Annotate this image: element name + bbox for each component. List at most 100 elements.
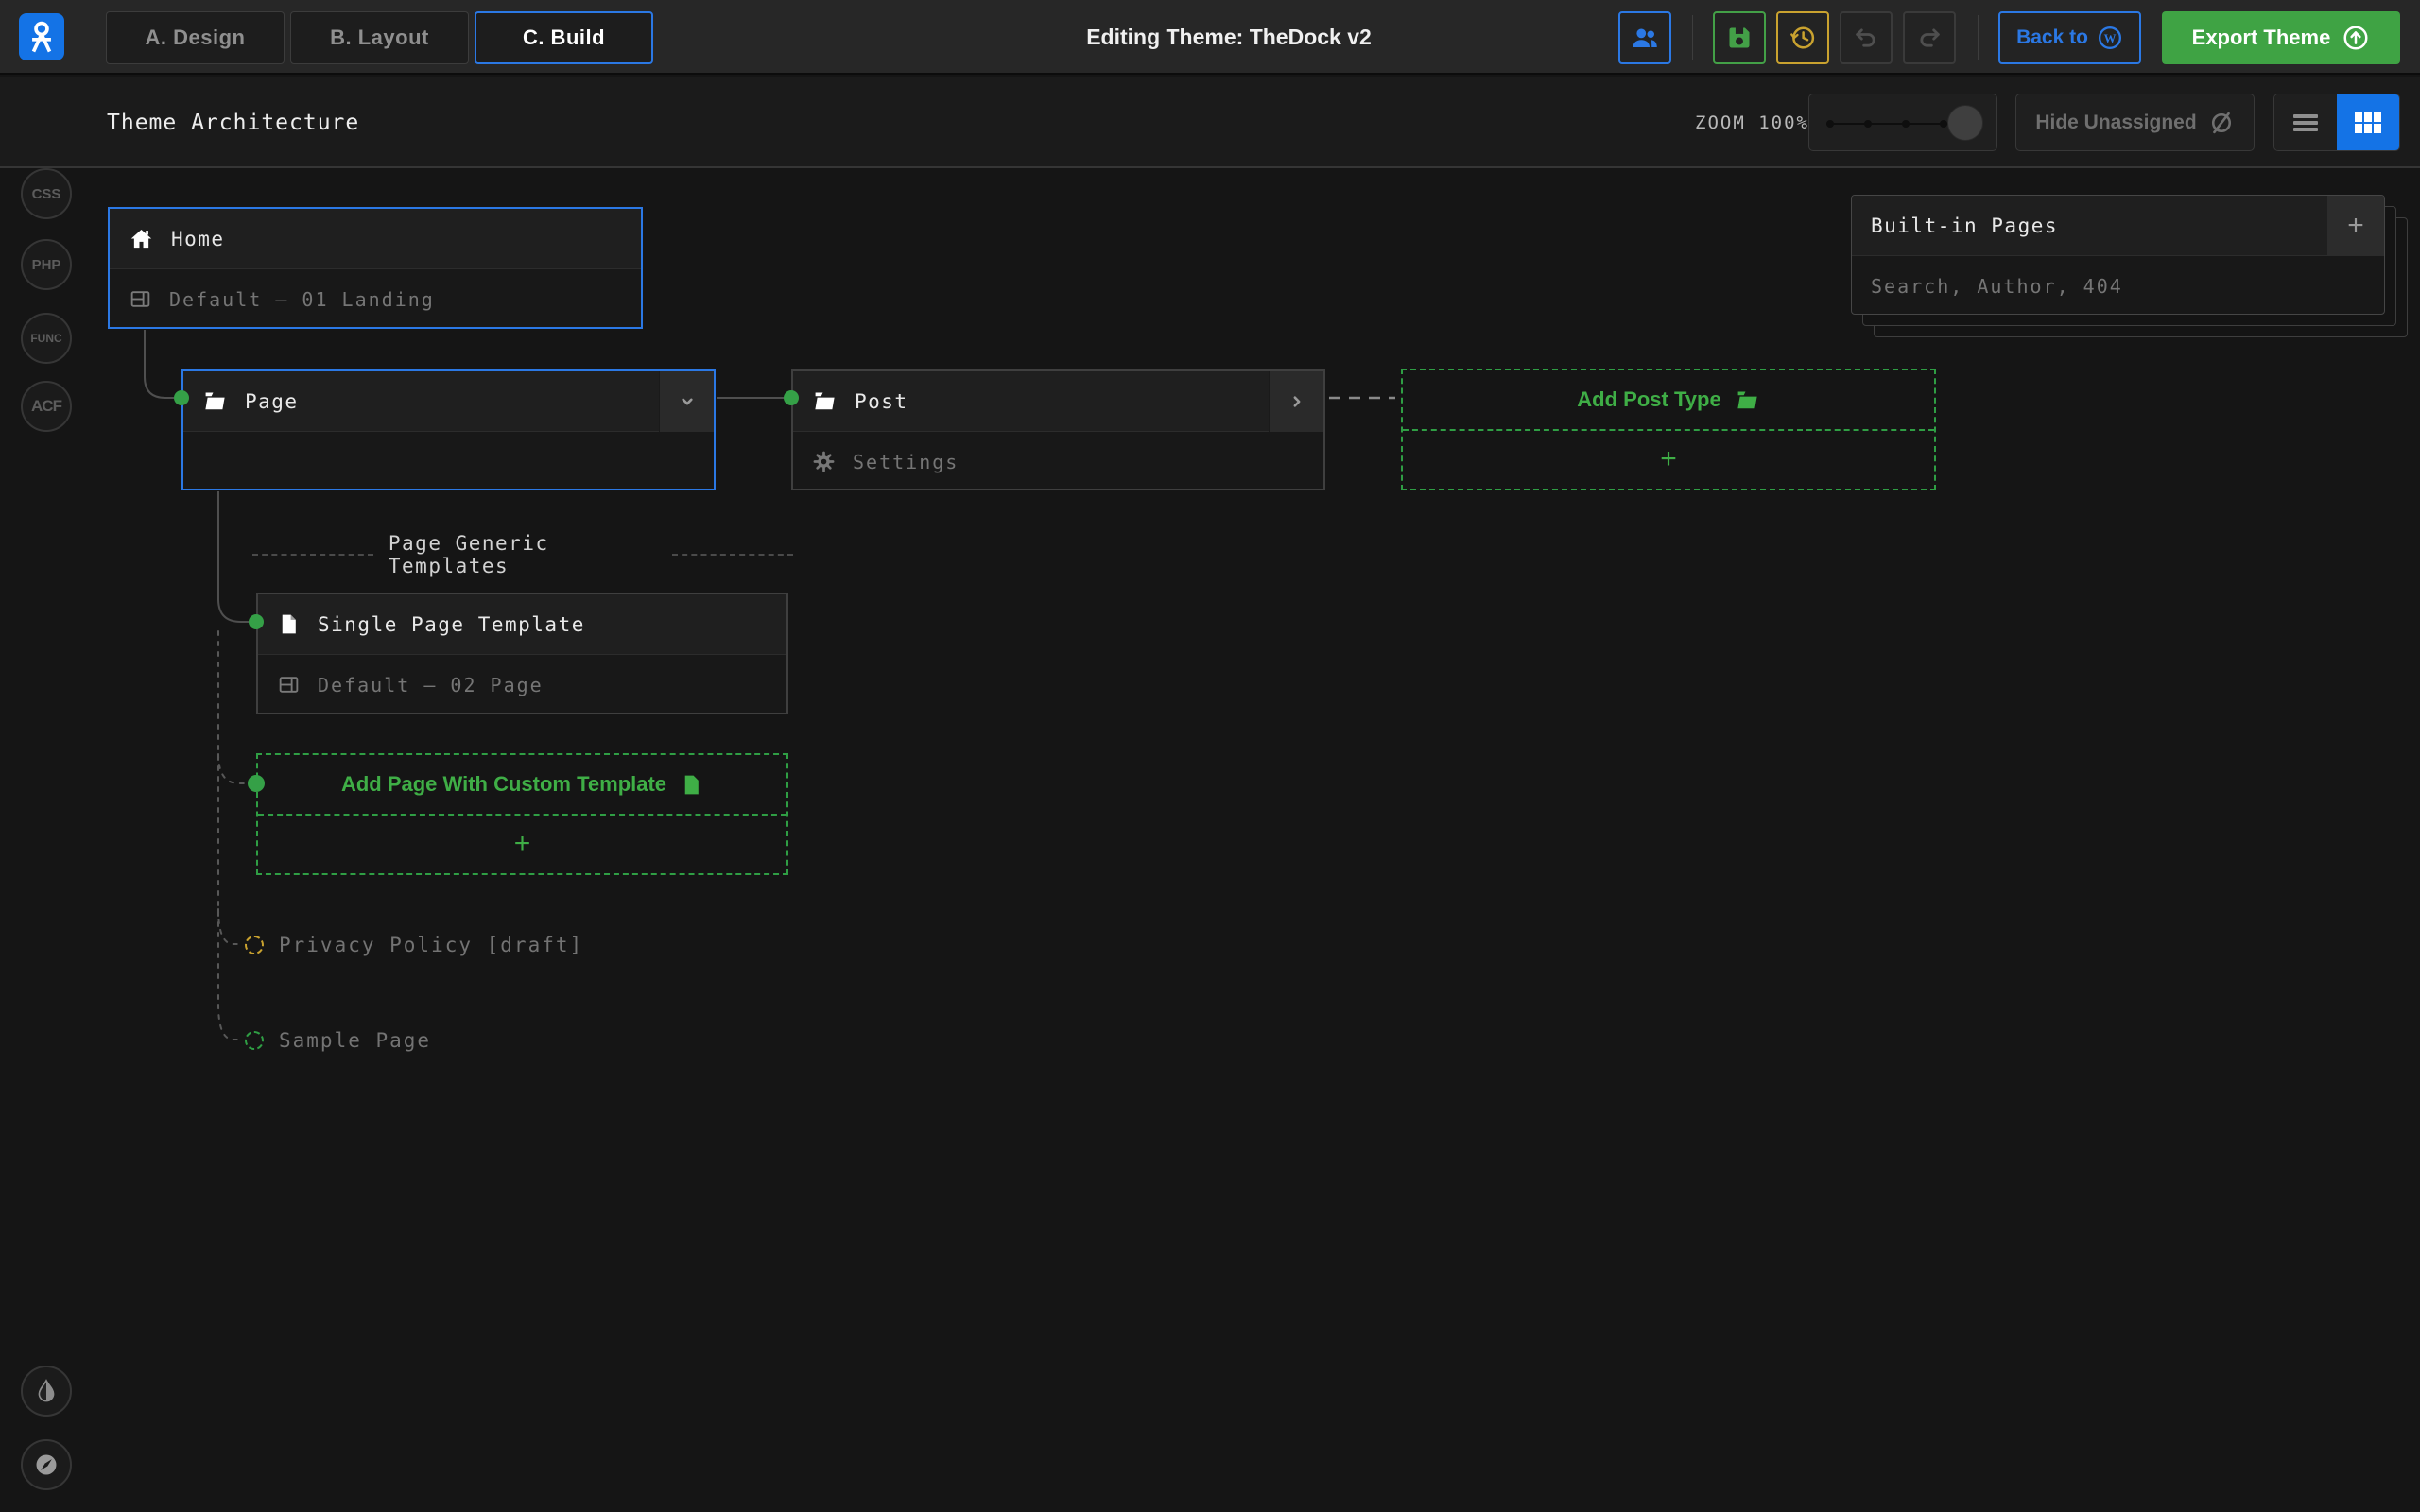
zoom-slider-knob[interactable] [1947,105,1983,141]
tab-build[interactable]: C. Build [475,11,653,64]
top-bar: A. Design B. Layout C. Build Editing The… [0,0,2420,75]
folder-icon [205,392,225,410]
toolbar-separator [1692,15,1693,60]
gear-icon [813,451,835,472]
rail-css-label: CSS [31,185,61,202]
node-post-expand-button[interactable] [1269,371,1323,432]
plus-icon: + [2347,210,2364,241]
node-page[interactable]: Page [182,369,716,490]
rail-acf-label: ACF [31,397,62,415]
node-page-header[interactable]: Page [183,371,714,432]
eye-off-icon [2211,112,2231,133]
chevron-right-icon [1293,396,1300,407]
view-mode-toggle [2273,94,2400,151]
node-home-template-row[interactable]: Default – 01 Landing [110,269,641,329]
page-generic-templates-text: Page Generic Templates [388,532,549,577]
app-logo[interactable] [19,13,64,60]
builtin-pages-title: Built-in Pages [1871,214,2059,237]
rail-navigator-button[interactable] [21,1439,72,1490]
orphan-privacy-policy[interactable]: Privacy Policy [draft] [245,934,583,956]
node-home-template: Default – 01 Landing [169,287,435,311]
add-post-type-plus-button[interactable]: + [1403,431,1934,488]
zoom-slider[interactable] [1808,94,1997,151]
document-green-icon [684,775,699,794]
node-post-settings-label: Settings [853,450,959,473]
plus-icon: + [513,828,531,859]
compass-icon [36,1454,57,1475]
redo-button[interactable] [1903,11,1956,64]
document-icon [282,614,296,634]
node-post[interactable]: Post Settings [791,369,1325,490]
tab-design-label: A. Design [145,26,246,49]
orphan-privacy-policy-label: Privacy Policy [draft] [279,934,584,956]
save-button[interactable] [1713,11,1766,64]
node-post-header[interactable]: Post [793,371,1323,432]
plus-icon: + [1660,443,1677,474]
node-page-empty-row[interactable] [183,432,714,491]
tab-build-label: C. Build [522,26,606,49]
grid-view-button[interactable] [2337,94,2399,150]
zoom-slider-stop [1940,120,1947,128]
node-single-page-template-title: Single Page Template [318,612,585,636]
layout-template-icon [279,677,299,693]
hide-unassigned-label: Hide Unassigned [2035,111,2197,133]
back-to-label: Back to [2016,26,2088,48]
node-post-title: Post [855,389,908,413]
rail-php-button[interactable]: PHP [21,239,72,290]
rail-theme-mode-button[interactable] [21,1366,72,1417]
export-arrow-icon [2343,26,2368,50]
save-icon [1729,27,1750,48]
rail-func-label: FUNC [30,332,62,345]
add-post-type-node[interactable]: Add Post Type + [1401,369,1936,490]
rail-func-button[interactable]: FUNC [21,313,72,364]
node-post-settings-row[interactable]: Settings [793,432,1323,491]
users-icon [1633,28,1657,47]
tab-design[interactable]: A. Design [106,11,285,64]
zoom-slider-stop [1864,120,1872,128]
rail-acf-button[interactable]: ACF [21,381,72,432]
undo-button[interactable] [1840,11,1893,64]
node-single-page-template-header[interactable]: Single Page Template [258,594,786,655]
add-page-plus-button[interactable]: + [258,816,786,872]
list-view-button[interactable] [2274,94,2337,150]
add-post-type-header[interactable]: Add Post Type [1403,370,1934,431]
layout-template-icon [130,291,150,307]
node-single-page-template[interactable]: Single Page Template Default – 02 Page [256,593,788,714]
folder-icon [815,392,835,410]
export-theme-button[interactable]: Export Theme [2162,11,2400,64]
svg-text:W: W [2104,32,2117,45]
orphan-sample-page-label: Sample Page [279,1029,432,1052]
node-home-header[interactable]: Home [110,209,641,269]
back-to-wordpress-button[interactable]: Back to W [1998,11,2141,64]
zoom-slider-stop [1902,120,1910,128]
rail-css-button[interactable]: CSS [21,168,72,219]
undo-icon [1856,28,1876,47]
node-page-collapse-button[interactable] [659,371,714,432]
hide-unassigned-button[interactable]: Hide Unassigned [2015,94,2255,151]
orphan-sample-page[interactable]: Sample Page [245,1029,431,1052]
tab-layout[interactable]: B. Layout [290,11,469,64]
architecture-toolbar: Theme Architecture ZOOM 100% Hide Unassi… [0,77,2420,168]
app-root: { "colors": { "accent_blue": "#2b78e4", … [0,0,2420,1512]
page-generic-templates-label: Page Generic Templates [252,532,794,577]
add-page-node[interactable]: Add Page With Custom Template + [256,753,788,875]
builtin-pages-header[interactable]: Built-in Pages + [1852,196,2384,256]
builtin-pages-list-row[interactable]: Search, Author, 404 [1852,256,2384,314]
collaborators-button[interactable] [1618,11,1671,64]
folder-green-icon [1737,391,1757,408]
app-logo-icon [31,21,52,53]
redo-icon [1920,28,1940,47]
view-title: Theme Architecture [107,110,360,135]
toolbar-separator [1978,15,1979,60]
export-theme-label: Export Theme [2191,26,2331,49]
chevron-down-icon [681,398,693,405]
node-single-page-template-row[interactable]: Default – 02 Page [258,655,786,714]
node-home[interactable]: Home Default – 01 Landing [108,207,643,329]
home-icon [130,229,152,249]
history-button[interactable] [1776,11,1829,64]
builtin-pages-node[interactable]: Built-in Pages + Search, Author, 404 [1851,195,2385,315]
builtin-pages-add-button[interactable]: + [2327,196,2384,256]
add-page-header[interactable]: Add Page With Custom Template [258,755,786,816]
published-page-dot [245,1031,264,1050]
node-page-title: Page [245,389,299,413]
